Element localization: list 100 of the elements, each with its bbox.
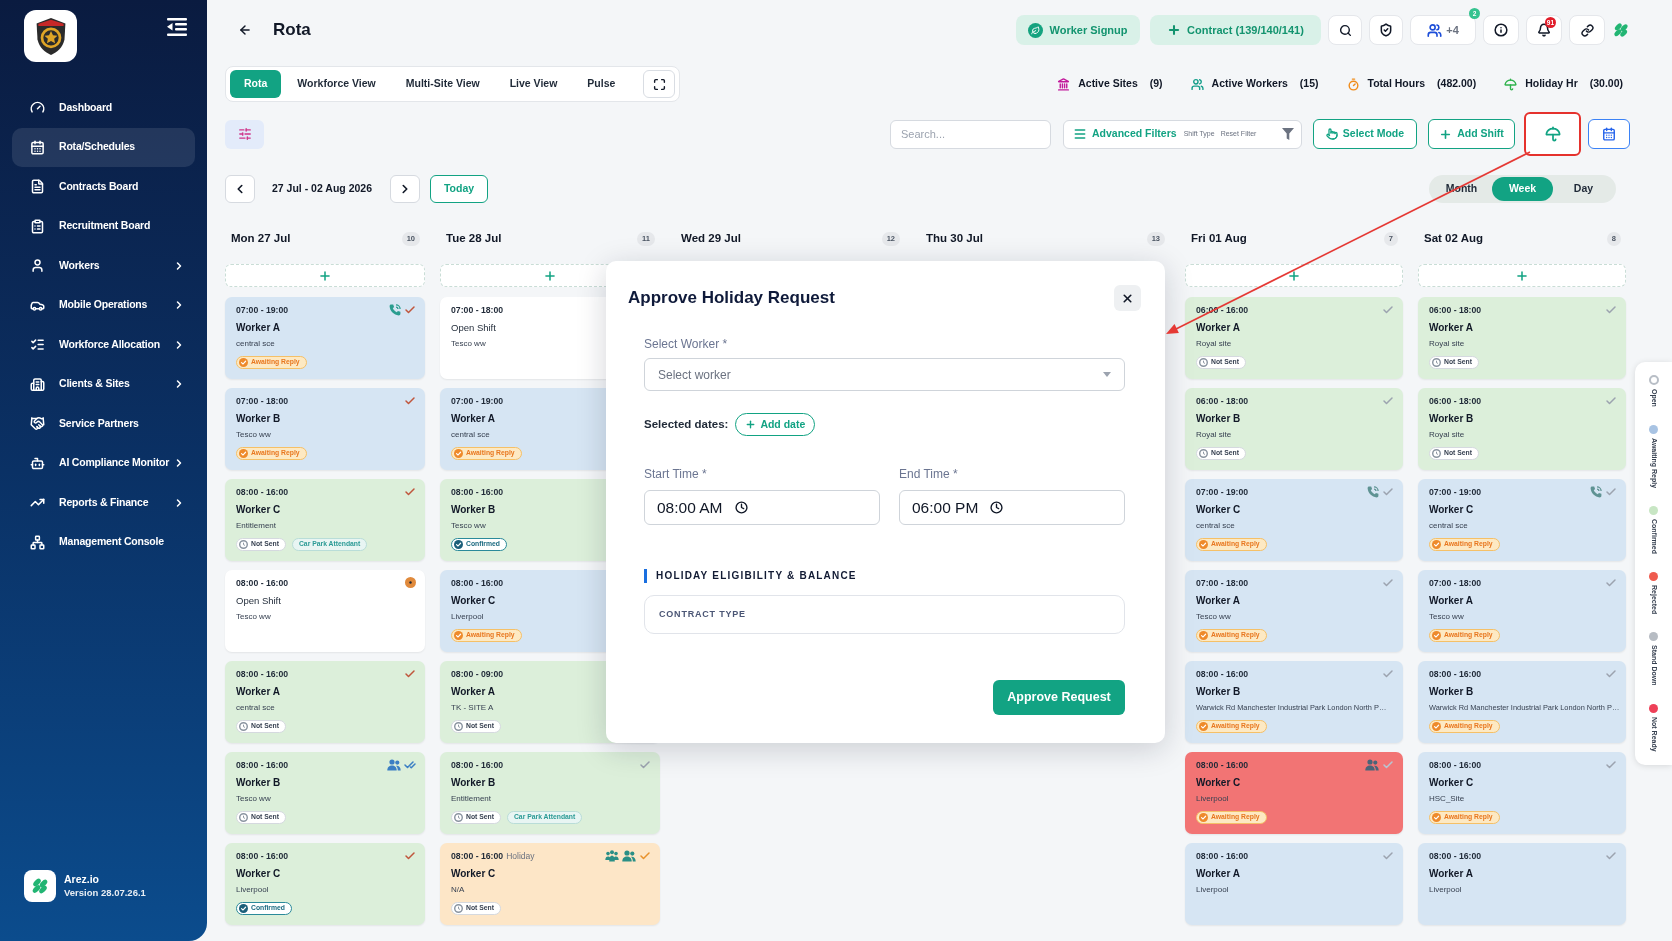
plus-icon <box>318 268 332 283</box>
shift-note: Holiday <box>506 851 535 862</box>
site-name: Tesco ww <box>451 520 487 531</box>
worker-name: Worker C <box>451 867 497 881</box>
worker-name: Worker C <box>1429 503 1475 517</box>
version-text: Version 28.07.26.1 <box>64 886 146 900</box>
site-name: Royal site <box>1196 429 1233 440</box>
worker-name: Worker A <box>1196 594 1241 608</box>
clock-icon <box>454 904 463 913</box>
shift-time: 06:00 - 18:00 <box>1196 396 1249 407</box>
worker-name: Worker C <box>236 867 282 881</box>
contract-type-label: CONTRACT TYPE <box>659 607 746 621</box>
worker-name: Worker C <box>1196 503 1242 517</box>
stat-value: (9) <box>1149 76 1163 92</box>
shift-time: 08:00 - 16:00 <box>1196 669 1249 680</box>
site-name: central sce <box>236 338 276 349</box>
site-name: N/A <box>451 884 466 895</box>
nav-item[interactable]: Rota/Schedules <box>12 127 195 167</box>
nav-item[interactable]: Service Partners <box>12 404 195 444</box>
arrow-left-icon <box>238 23 252 37</box>
nav-item[interactable]: Contracts Board <box>12 167 195 207</box>
shift-card[interactable]: 08:00 - 16:00 Worker A Liverpool <box>1418 843 1626 925</box>
shift-time: 07:00 - 18:00 <box>1196 578 1249 589</box>
calendar-button[interactable] <box>1588 119 1630 149</box>
nav-item[interactable]: Clients & Sites <box>12 364 195 404</box>
handshake-icon <box>30 416 45 432</box>
start-time-field[interactable]: 08:00 AM <box>644 490 880 525</box>
stat-label: Total Hours <box>1367 76 1426 92</box>
tab[interactable]: Multi-Site View <box>391 70 494 98</box>
collapse-menu-icon[interactable] <box>167 18 187 36</box>
holiday-button[interactable] <box>1524 112 1581 156</box>
shift-time: 07:00 - 19:00 <box>236 305 289 316</box>
users-icon <box>1190 77 1204 91</box>
nav-item[interactable]: Workforce Allocation <box>12 325 195 365</box>
filter-settings-button[interactable] <box>225 119 264 149</box>
robot-icon <box>30 455 45 471</box>
nav-item[interactable]: Dashboard <box>12 88 195 128</box>
view-mode-tab[interactable]: Day <box>1553 177 1614 201</box>
clock-icon <box>239 813 248 822</box>
team-button[interactable]: +4 <box>1410 15 1476 45</box>
worker-select[interactable]: Select worker <box>644 358 1125 391</box>
day-label: Wed 29 Jul <box>681 231 741 247</box>
day-label: Fri 01 Aug <box>1191 231 1247 247</box>
info-button[interactable] <box>1483 15 1519 45</box>
nav-item[interactable]: Management Console <box>12 522 195 562</box>
search-field[interactable]: Search... <box>890 119 1051 149</box>
shield-button[interactable] <box>1369 15 1403 45</box>
check-circle-icon <box>454 631 463 640</box>
site-name: Royal site <box>1429 338 1466 349</box>
checklist-icon <box>30 337 45 353</box>
clock-icon <box>239 722 248 731</box>
shift-title: Open Shift <box>451 321 497 335</box>
nav-item[interactable]: Workers <box>12 246 195 286</box>
site-name: central sce <box>236 702 276 713</box>
shift-card[interactable]: 08:00 - 16:00 Worker A Liverpool <box>1185 843 1403 925</box>
shift-time: 06:00 - 18:00 <box>1429 305 1482 316</box>
clock-icon <box>1199 449 1208 458</box>
shift-time: 07:00 - 19:00 <box>451 396 504 407</box>
check-circle-icon <box>1432 813 1441 822</box>
day-label: Sat 02 Aug <box>1424 231 1483 247</box>
shift-time: 08:00 - 16:00 <box>236 851 289 862</box>
document-icon <box>30 179 45 195</box>
site-name: Liverpool <box>236 884 270 895</box>
nav-item[interactable]: AI Compliance Monitor <box>12 443 195 483</box>
shift-time: 08:00 - 16:00 <box>1429 760 1482 771</box>
worker-name: Worker A <box>1196 321 1241 335</box>
user-icon <box>30 258 45 274</box>
bank-icon <box>1057 77 1071 91</box>
shift-time: 08:00 - 16:00 <box>451 760 504 771</box>
shift-time: 08:00 - 16:00 <box>451 487 504 498</box>
tab[interactable]: Workforce View <box>283 70 390 98</box>
site-name: Tesco ww <box>1429 611 1465 622</box>
stat-label: Active Sites <box>1078 76 1138 92</box>
building-icon <box>30 376 45 392</box>
worker-name: Worker A <box>451 685 496 699</box>
calendar-icon <box>1602 127 1616 141</box>
shift-time: 08:00 - 16:00 <box>1196 851 1249 862</box>
check-circle-icon <box>1199 722 1208 731</box>
caret-down-icon <box>1103 372 1111 377</box>
clock-icon <box>239 540 248 549</box>
end-time-field[interactable]: 06:00 PM <box>899 490 1125 525</box>
nav-item[interactable]: Reports & Finance <box>12 483 195 523</box>
open-shift-card[interactable]: 08:00 - 16:00 Open Shift Tesco ww <box>225 570 425 652</box>
search-button[interactable] <box>1328 15 1362 45</box>
timer-icon <box>1346 77 1360 91</box>
worker-name: Worker B <box>1196 412 1242 426</box>
nav-item[interactable]: Recruitment Board <box>12 206 195 246</box>
field-label: Start Time * <box>644 467 708 481</box>
funnel-icon[interactable] <box>1282 128 1294 140</box>
tab[interactable]: Pulse <box>573 70 630 98</box>
site-name: central sce <box>451 429 491 440</box>
tab[interactable]: Live View <box>495 70 572 98</box>
worker-name: Worker A <box>236 685 281 699</box>
worker-name: Worker A <box>1196 867 1241 881</box>
nav-item[interactable]: Mobile Operations <box>12 285 195 325</box>
site-name: Tesco ww <box>236 611 272 622</box>
clock-icon <box>454 722 463 731</box>
fullscreen-button[interactable] <box>643 70 676 98</box>
close-button[interactable] <box>1114 285 1141 311</box>
link-button[interactable] <box>1569 15 1605 45</box>
